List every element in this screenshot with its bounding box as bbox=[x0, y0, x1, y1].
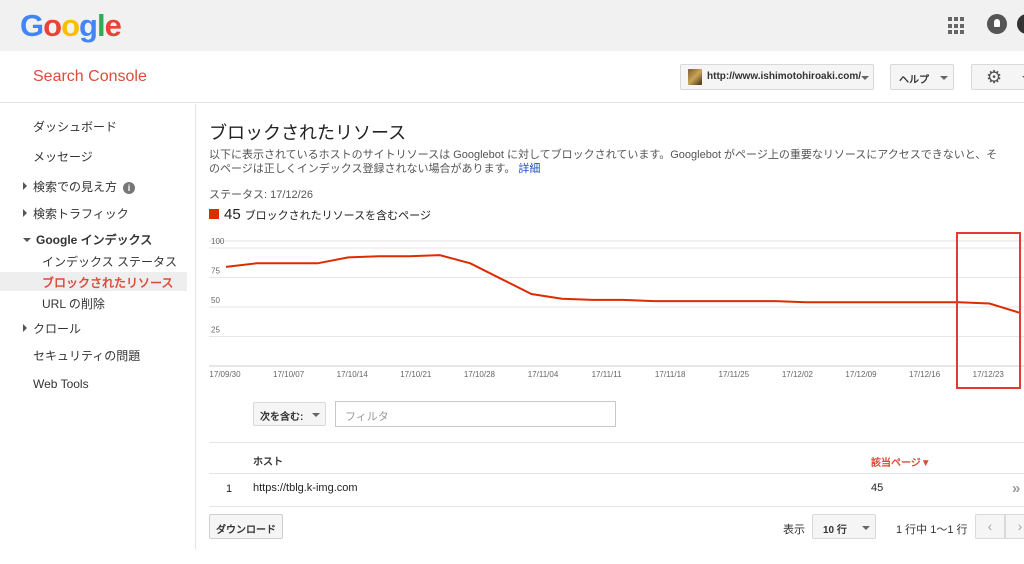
y-tick-label: 50 bbox=[211, 296, 220, 305]
sidebar-item-crawl[interactable]: クロール bbox=[23, 320, 81, 337]
y-tick-label: 25 bbox=[211, 326, 220, 335]
expand-arrow-icon bbox=[23, 182, 27, 190]
help-button-label: ヘルプ bbox=[899, 75, 929, 86]
page-title: ブロックされたリソース bbox=[209, 123, 407, 143]
filter-input[interactable]: フィルタ bbox=[335, 401, 616, 427]
x-tick-label: 17/10/14 bbox=[337, 370, 369, 379]
sidebar-item-search-traffic[interactable]: 検索トラフィック bbox=[23, 205, 129, 222]
sidebar-item-dashboard[interactable]: ダッシュボード bbox=[33, 118, 117, 135]
site-selector[interactable]: http://www.ishimotohiroaki.com/ bbox=[680, 64, 874, 90]
expand-arrow-icon bbox=[23, 324, 27, 332]
sidebar-item-index-status[interactable]: インデックス ステータス bbox=[42, 253, 177, 270]
x-tick-label: 17/11/04 bbox=[528, 370, 559, 379]
chevron-down-icon bbox=[861, 76, 869, 80]
chevron-down-icon bbox=[940, 76, 948, 80]
legend-swatch bbox=[209, 209, 219, 219]
sidebar-item-remove-urls[interactable]: URL の削除 bbox=[42, 295, 105, 312]
y-tick-label: 100 bbox=[211, 237, 225, 246]
sidebar-item-web-tools[interactable]: Web Tools bbox=[33, 377, 89, 391]
blocked-resources-chart: 100 75 50 25 17/09/30 17/10/07 17/10/14 17/10/2… bbox=[209, 237, 1024, 379]
highlight-annotation-box bbox=[956, 232, 1021, 389]
site-selector-value: http://www.ishimotohiroaki.com/ bbox=[707, 71, 862, 82]
sidebar-item-security-issues[interactable]: セキュリティの問題 bbox=[33, 347, 140, 364]
apps-grid-icon[interactable] bbox=[948, 17, 966, 35]
x-tick-label: 17/11/11 bbox=[592, 370, 623, 379]
settings-button[interactable]: ⚙ bbox=[971, 64, 1024, 90]
sidebar-item-label: 検索トラフィック bbox=[33, 207, 129, 221]
description-line-2: のページは正しくインデックス登録されない場合があります。 bbox=[209, 163, 516, 175]
avatar[interactable] bbox=[1017, 14, 1024, 34]
column-header-pages[interactable]: 該当ページ▼ bbox=[871, 454, 931, 469]
info-icon[interactable]: i bbox=[123, 182, 136, 194]
x-tick-label: 17/10/07 bbox=[273, 370, 305, 379]
series-line bbox=[225, 254, 1021, 314]
download-button[interactable]: ダウンロード bbox=[209, 514, 283, 539]
column-header-host[interactable]: ホスト bbox=[253, 453, 283, 468]
row-host: https://tblg.k-img.com bbox=[253, 482, 358, 494]
filter-condition-label: 次を含む: bbox=[260, 412, 304, 423]
chevron-down-icon bbox=[862, 526, 870, 530]
notifications-bell-icon[interactable] bbox=[987, 14, 1007, 34]
help-button[interactable]: ヘルプ bbox=[890, 64, 954, 90]
console-header: Search Console http://www.ishimotohiroak… bbox=[0, 51, 1024, 103]
collapse-arrow-icon bbox=[23, 238, 31, 242]
expand-arrow-icon bbox=[23, 209, 27, 217]
divider bbox=[209, 442, 1024, 443]
sidebar-item-google-index[interactable]: Google インデックス bbox=[23, 231, 152, 248]
x-tick-label: 17/12/02 bbox=[782, 370, 814, 379]
x-tick-label: 17/12/09 bbox=[845, 370, 877, 379]
filter-condition-select[interactable]: 次を含む: bbox=[253, 402, 326, 426]
page-description: 以下に表示されているホストのサイトリソースは Googlebot に対してブロッ… bbox=[209, 148, 1024, 176]
details-link[interactable]: 詳細 bbox=[518, 163, 540, 175]
site-favicon-icon bbox=[688, 69, 702, 85]
previous-page-button[interactable]: ‹ bbox=[975, 514, 1005, 539]
rows-per-page-value: 10 行 bbox=[823, 525, 847, 536]
status-text: ステータス: 17/12/26 bbox=[209, 189, 313, 201]
sidebar-item-label: 検索での見え方 bbox=[33, 180, 118, 194]
sidebar-item-search-appearance[interactable]: 検索での見え方 i bbox=[23, 178, 136, 195]
divider bbox=[209, 473, 1024, 474]
sidebar-item-messages[interactable]: メッセージ bbox=[33, 148, 93, 165]
x-tick-label: 17/10/21 bbox=[400, 370, 432, 379]
sidebar: ダッシュボード メッセージ 検索での見え方 i 検索トラフィック Google イ… bbox=[0, 104, 196, 550]
google-logo[interactable]: Google bbox=[20, 8, 122, 44]
legend-label: ブロックされたリソースを含むページ bbox=[244, 210, 431, 222]
pagination-range: 1 行中 1〜1 行 bbox=[896, 524, 968, 536]
legend-count: 45 bbox=[224, 206, 241, 223]
google-top-bar: Google bbox=[0, 0, 1024, 51]
x-tick-label: 17/11/18 bbox=[655, 370, 686, 379]
rows-per-page-select[interactable]: 10 行 bbox=[812, 514, 876, 539]
x-tick-label: 17/11/25 bbox=[719, 370, 750, 379]
app-title[interactable]: Search Console bbox=[33, 68, 147, 86]
row-pages-count: 45 bbox=[871, 482, 884, 494]
description-line-1: 以下に表示されているホストのサイトリソースは Googlebot に対してブロッ… bbox=[209, 149, 998, 161]
sidebar-item-label: Google インデックス bbox=[36, 233, 153, 247]
chevron-down-icon bbox=[312, 413, 320, 417]
gear-icon: ⚙ bbox=[986, 67, 1003, 87]
main-content: ブロックされたリソース 以下に表示されているホストのサイトリソースは Googl… bbox=[197, 104, 1024, 564]
divider bbox=[209, 506, 1024, 507]
y-tick-label: 75 bbox=[211, 267, 220, 276]
double-chevron-right-icon[interactable]: » bbox=[1012, 480, 1020, 497]
chart-legend: 45 ブロックされたリソースを含むページ bbox=[209, 206, 431, 223]
x-tick-label: 17/12/16 bbox=[909, 370, 941, 379]
sidebar-item-label: クロール bbox=[33, 322, 82, 336]
row-number: 1 bbox=[226, 483, 233, 495]
x-tick-label: 17/09/30 bbox=[209, 370, 241, 379]
rows-per-page-label: 表示 bbox=[783, 524, 805, 536]
sidebar-item-blocked-resources[interactable]: ブロックされたリソース bbox=[42, 274, 173, 291]
next-page-button[interactable]: › bbox=[1005, 514, 1024, 539]
x-tick-label: 17/10/28 bbox=[464, 370, 496, 379]
